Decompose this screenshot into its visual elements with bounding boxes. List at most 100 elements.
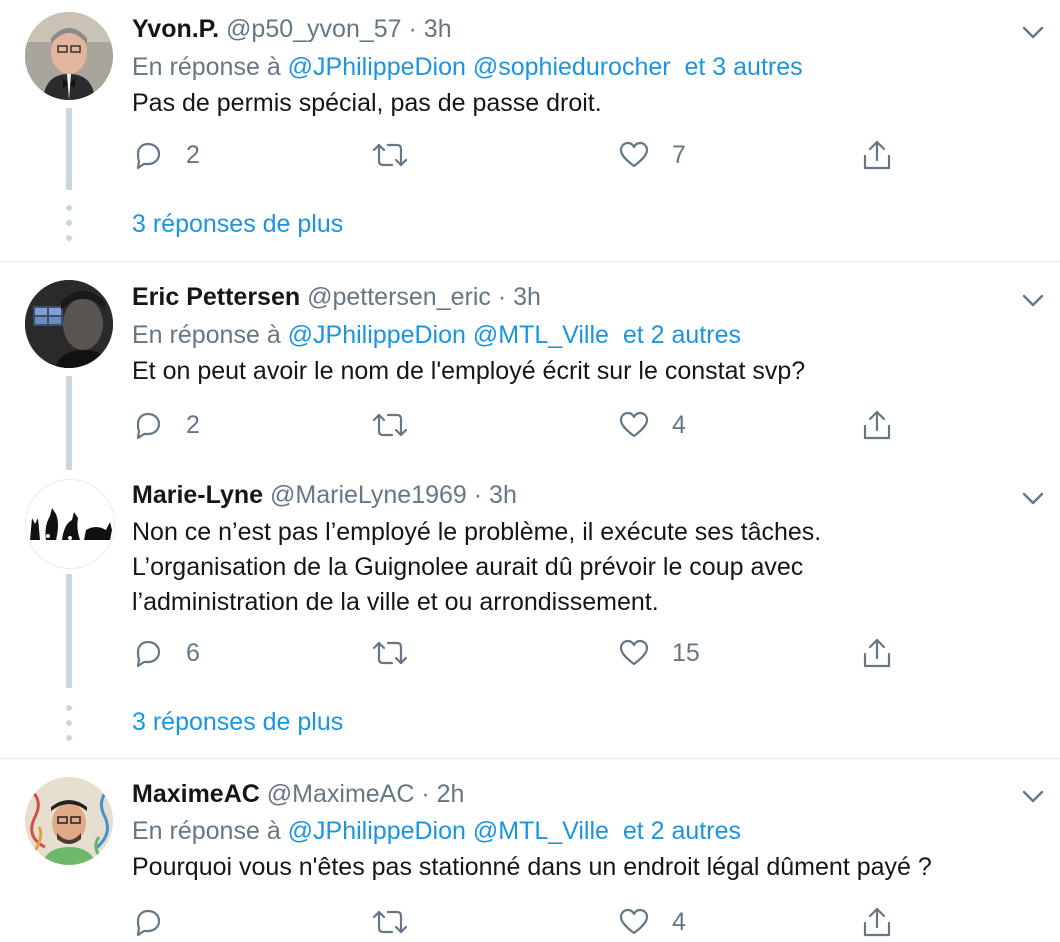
timestamp[interactable]: 3h xyxy=(513,283,541,311)
tweet-marie-lyne[interactable]: Marie-Lyne @MarieLyne1969 · 3h Non ce n’… xyxy=(0,470,1060,758)
heart-icon xyxy=(619,411,649,438)
reply-prefix: En réponse à xyxy=(132,817,281,845)
like-count: 4 xyxy=(672,410,686,439)
separator: · xyxy=(473,481,483,509)
like-count: 4 xyxy=(672,907,686,936)
avatar[interactable] xyxy=(25,479,115,569)
reply-count: 2 xyxy=(186,410,200,439)
timestamp[interactable]: 2h xyxy=(437,780,465,808)
reply-count: 6 xyxy=(186,638,200,667)
action-bar: 2 7 xyxy=(132,135,912,175)
more-replies-link[interactable]: 3 réponses de plus xyxy=(132,210,343,239)
display-name[interactable]: Marie-Lyne xyxy=(132,481,263,509)
like-button[interactable]: 15 xyxy=(618,633,700,673)
reply-context: En réponse à @JPhilippeDion @MTL_Ville e… xyxy=(132,817,741,846)
tweet-text: Et on peut avoir le nom de l'employé écr… xyxy=(132,357,806,385)
reply-button[interactable]: 2 xyxy=(132,405,200,445)
display-name[interactable]: Eric Pettersen xyxy=(132,283,300,311)
thread-line xyxy=(66,108,72,190)
avatar[interactable] xyxy=(25,12,113,100)
like-button[interactable]: 4 xyxy=(618,902,686,942)
avatar[interactable] xyxy=(25,777,113,865)
tweet-header: MaximeAC @MaximeAC · 2h xyxy=(132,780,464,809)
reply-icon xyxy=(136,909,161,937)
separator: · xyxy=(408,15,417,43)
tweet-text-line: L’organisation de la Guignolee aurait dû… xyxy=(132,553,804,581)
timestamp[interactable]: 3h xyxy=(424,15,452,43)
like-button[interactable]: 7 xyxy=(618,135,686,175)
others-link[interactable]: et 2 autres xyxy=(623,817,741,845)
chevron-down-icon[interactable] xyxy=(1020,786,1046,806)
mention-links[interactable]: @JPhilippeDion @MTL_Ville xyxy=(288,321,609,349)
user-handle[interactable]: @pettersen_eric xyxy=(307,283,491,311)
avatar-cats-icon xyxy=(26,480,114,568)
tweet-header: Marie-Lyne @MarieLyne1969 · 3h xyxy=(132,481,517,510)
mention-links[interactable]: @JPhilippeDion @MTL_Ville xyxy=(288,817,609,845)
like-button[interactable]: 4 xyxy=(618,405,686,445)
like-count: 7 xyxy=(672,140,686,169)
share-button[interactable] xyxy=(860,135,894,175)
retweet-icon xyxy=(372,143,408,167)
timestamp[interactable]: 3h xyxy=(489,481,517,509)
others-link[interactable]: et 2 autres xyxy=(623,321,741,349)
share-button[interactable] xyxy=(860,633,894,673)
retweet-button[interactable] xyxy=(370,405,432,445)
reply-context: En réponse à @JPhilippeDion @sophieduroc… xyxy=(132,53,803,82)
user-handle[interactable]: @p50_yvon_57 xyxy=(226,15,402,43)
share-icon xyxy=(863,907,891,937)
heart-icon xyxy=(619,639,649,666)
reply-icon xyxy=(136,640,161,668)
retweet-icon xyxy=(372,641,408,665)
avatar[interactable] xyxy=(25,280,113,368)
tweet-text: Pas de permis spécial, pas de passe droi… xyxy=(132,89,602,117)
display-name[interactable]: Yvon.P. xyxy=(132,15,219,43)
tweet-header: Yvon.P. @p50_yvon_57 · 3h xyxy=(132,15,452,44)
tweet-maximeac[interactable]: MaximeAC @MaximeAC · 2h En réponse à @JP… xyxy=(0,759,1060,937)
more-replies-dots xyxy=(64,705,74,750)
chevron-down-icon[interactable] xyxy=(1020,488,1046,508)
heart-icon xyxy=(619,141,649,168)
reply-prefix: En réponse à xyxy=(132,321,281,349)
user-handle[interactable]: @MarieLyne1969 xyxy=(270,481,467,509)
tweet-text: Non ce n’est pas l’employé le problème, … xyxy=(132,515,1032,620)
action-bar: 2 4 xyxy=(132,405,912,445)
reply-icon xyxy=(136,412,161,440)
others-link[interactable]: et 3 autres xyxy=(685,53,803,81)
tweet-eric[interactable]: Eric Pettersen @pettersen_eric · 3h En r… xyxy=(0,262,1060,470)
share-button[interactable] xyxy=(860,405,894,445)
share-button[interactable] xyxy=(860,902,894,942)
chevron-down-icon[interactable] xyxy=(1020,290,1046,310)
chevron-down-icon[interactable] xyxy=(1020,22,1046,42)
share-icon xyxy=(863,140,891,170)
reply-context: En réponse à @JPhilippeDion @MTL_Ville e… xyxy=(132,321,741,350)
separator: · xyxy=(497,283,507,311)
mention-links[interactable]: @JPhilippeDion @sophiedurocher xyxy=(288,53,671,81)
action-bar: 6 15 xyxy=(132,633,912,673)
action-bar: 4 xyxy=(132,902,912,942)
reply-button[interactable] xyxy=(132,902,186,942)
separator: · xyxy=(421,780,430,808)
reply-button[interactable]: 2 xyxy=(132,135,200,175)
tweet-text: Pourquoi vous n'êtes pas stationné dans … xyxy=(132,853,932,881)
avatar-photo-icon xyxy=(25,280,113,368)
retweet-icon xyxy=(372,413,408,437)
reply-prefix: En réponse à xyxy=(132,53,281,81)
share-icon xyxy=(863,638,891,668)
reply-icon xyxy=(136,142,161,170)
avatar-photo-icon xyxy=(25,777,113,865)
more-replies-dots xyxy=(64,205,74,250)
tweet-header: Eric Pettersen @pettersen_eric · 3h xyxy=(132,283,541,312)
display-name[interactable]: MaximeAC xyxy=(132,780,260,808)
tweet-text-line: Non ce n’est pas l’employé le problème, … xyxy=(132,518,822,546)
avatar-photo-icon xyxy=(25,12,113,100)
more-replies-link[interactable]: 3 réponses de plus xyxy=(132,708,343,737)
tweet-yvon[interactable]: Yvon.P. @p50_yvon_57 · 3h En réponse à @… xyxy=(0,0,1060,262)
user-handle[interactable]: @MaximeAC xyxy=(267,780,415,808)
retweet-button[interactable] xyxy=(370,633,432,673)
retweet-button[interactable] xyxy=(370,135,432,175)
retweet-button[interactable] xyxy=(370,902,432,942)
reply-button[interactable]: 6 xyxy=(132,633,200,673)
thread-line xyxy=(66,376,72,470)
retweet-icon xyxy=(372,910,408,934)
like-count: 15 xyxy=(672,638,700,667)
